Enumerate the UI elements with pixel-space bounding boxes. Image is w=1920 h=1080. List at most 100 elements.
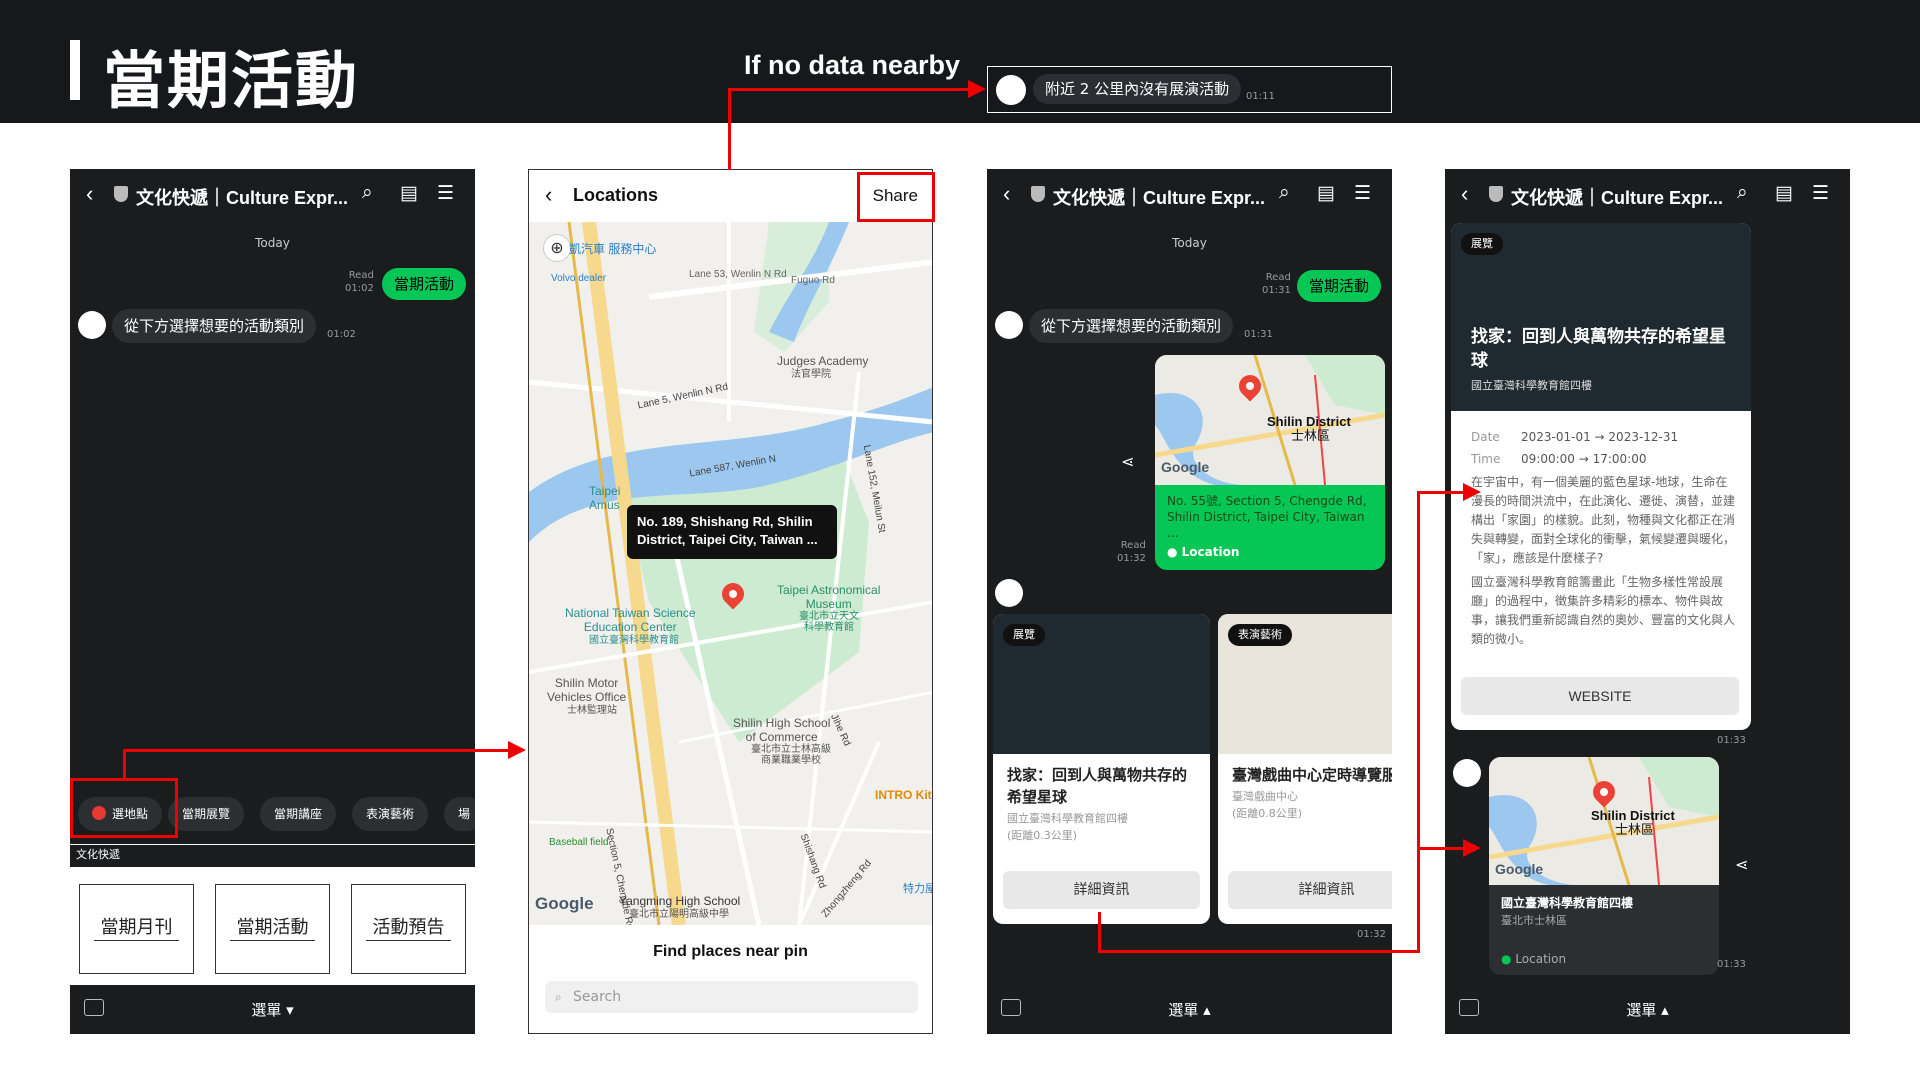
chat-header: ‹ 文化快遞｜Culture Expr... ⌕ ▤ ☰: [1445, 169, 1850, 221]
details-button[interactable]: 詳細資訊: [1003, 871, 1200, 909]
rich-menu-upcoming[interactable]: 活動預告: [351, 884, 466, 974]
event-title: 找家：回到人與萬物共存的希望星球: [1471, 327, 1726, 371]
message-time: 01:33: [1717, 959, 1746, 970]
chip-lectures[interactable]: 當期講座: [260, 797, 337, 831]
map-label-astro-zh: 臺北市立天文 科學教育館: [799, 611, 859, 633]
event-card[interactable]: 表演藝術 臺灣戲曲中心定時導覽服 臺灣戲曲中心 (距離0.8公里) 詳細資訊: [1218, 614, 1392, 924]
menu-toggle[interactable]: 選單 ▾: [70, 999, 475, 1020]
event-venue: 臺灣戲曲中心: [1232, 790, 1298, 803]
map-view[interactable]: ⊕ 凱汽車 服務中心 Volvo dealer Lane 53, Wenlin …: [529, 222, 932, 925]
shield-icon: [114, 186, 128, 202]
event-badge: 展覽: [1003, 624, 1045, 646]
google-logo: Google: [535, 894, 594, 913]
page-title: 當期活動: [103, 44, 360, 117]
chevron-left-icon[interactable]: ‹: [1461, 181, 1468, 207]
rich-menu-monthly[interactable]: 當期月刊: [79, 884, 194, 974]
no-data-label: If no data nearby: [744, 50, 961, 80]
location-map-thumb: Shilin District 士林區 Google: [1489, 757, 1719, 885]
date-divider: Today: [1172, 236, 1207, 250]
note-icon[interactable]: ▤: [1775, 182, 1793, 205]
shield-icon: [1031, 186, 1045, 202]
location-label: ● Location: [1167, 545, 1240, 559]
arrow-head: [1463, 483, 1481, 501]
highlight-select-location: [70, 778, 178, 838]
date-value: 2023-01-01 → 2023-12-31: [1521, 430, 1679, 444]
arrow-line: [1417, 491, 1463, 494]
search-icon[interactable]: ⌕: [1737, 182, 1748, 204]
bot-avatar: [996, 75, 1026, 105]
chevron-left-icon[interactable]: ‹: [1003, 181, 1010, 207]
date-divider: Today: [255, 236, 290, 250]
event-detail-card: 展覽 找家：回到人與萬物共存的希望星球 國立臺灣科學教育館四樓 Date 202…: [1451, 223, 1751, 730]
bottom-bar: 選單 ▴: [1445, 985, 1850, 1034]
search-icon[interactable]: ⌕: [362, 182, 373, 204]
details-button[interactable]: 詳細資訊: [1228, 871, 1392, 909]
search-input[interactable]: ⌕ Search: [545, 981, 918, 1013]
rich-menu: 當期月刊 當期活動 活動預告: [70, 868, 475, 985]
map-label-judges-zh: 法官學院: [791, 369, 831, 380]
chevron-left-icon[interactable]: ‹: [86, 181, 93, 207]
chip-more[interactable]: 場: [444, 797, 475, 831]
message-time: 01:32: [1357, 929, 1386, 940]
website-button[interactable]: WEBSITE: [1461, 677, 1739, 715]
menu-icon[interactable]: ☰: [1812, 182, 1829, 205]
note-icon[interactable]: ▤: [1317, 182, 1335, 205]
toast-time: 01:11: [1246, 91, 1275, 102]
map-label-judges: Judges Academy: [777, 354, 869, 368]
map-label-astro: Taipei Astronomical Museum: [777, 583, 881, 611]
chip-exhibitions[interactable]: 當期展覽: [168, 797, 245, 831]
event-badge: 表演藝術: [1228, 624, 1292, 646]
arrow-line: [1098, 912, 1101, 952]
arrow-head: [968, 80, 986, 98]
menu-toggle[interactable]: 選單 ▴: [1445, 999, 1850, 1020]
menu-icon[interactable]: ☰: [1354, 182, 1371, 205]
share-icon[interactable]: ⋖: [1121, 452, 1134, 471]
map-label-ntsec-zh: 國立臺灣科學教育館: [589, 635, 679, 646]
location-label: ● Location: [1501, 952, 1567, 966]
map-label-motor-zh: 士林監理站: [567, 705, 617, 716]
event-description: 在宇宙中，有一個美麗的藍色星球-地球，生命在漫長的時間洪流中，在此演化、遷徙、演…: [1471, 475, 1736, 565]
read-receipt: Read 01:31: [1262, 272, 1291, 296]
rich-menu-header: 文化快遞: [70, 844, 475, 868]
menu-toggle[interactable]: 選單 ▴: [987, 999, 1392, 1020]
district-label: Shilin District: [1591, 808, 1675, 823]
event-venue: 國立臺灣科學教育館四樓: [1007, 812, 1128, 825]
event-venue: 國立臺灣科學教育館四樓: [1471, 379, 1592, 392]
event-card[interactable]: 展覽 找家：回到人與萬物共存的希望星球 國立臺灣科學教育館四樓 (距離0.3公里…: [993, 614, 1210, 924]
phone-results: ‹ 文化快遞｜Culture Expr... ⌕ ▤ ☰ Today Read 0…: [987, 169, 1392, 1034]
event-description-2: 國立臺灣科學教育館籌畫此「生物多樣性常設展廳」的過程中，徵集許多精彩的標本、物件…: [1471, 575, 1736, 646]
location-subtitle: 臺北市士林區: [1501, 914, 1567, 927]
find-places-panel: Find places near pin ⌕ Search: [529, 925, 932, 1033]
location-message-card[interactable]: Shilin District 士林區 Google No. 55號, Sect…: [1155, 355, 1385, 570]
phone-event-detail: ‹ 文化快遞｜Culture Expr... ⌕ ▤ ☰ 展覽 找家：回到人與萬…: [1445, 169, 1850, 1034]
chip-performing-arts[interactable]: 表演藝術: [352, 797, 429, 831]
map-label-ntsec: National Taiwan Science Education Center: [565, 606, 696, 634]
district-label: Shilin District: [1267, 414, 1351, 429]
locate-icon[interactable]: ⊕: [543, 234, 571, 262]
message-time: 01:02: [327, 329, 356, 340]
chevron-left-icon[interactable]: ‹: [545, 182, 552, 208]
google-logo: Google: [1161, 459, 1210, 475]
find-places-title: Find places near pin: [653, 943, 808, 960]
rich-menu-current-events[interactable]: 當期活動: [215, 884, 330, 974]
read-receipt: Read 01:32: [1117, 540, 1146, 564]
arrow-head: [508, 741, 526, 759]
bot-avatar: [995, 579, 1023, 607]
event-title: 找家：回到人與萬物共存的希望星球: [1007, 766, 1188, 806]
bot-avatar: [995, 311, 1023, 339]
search-icon[interactable]: ⌕: [1279, 182, 1290, 204]
message-time: 01:31: [1244, 329, 1273, 340]
locations-title: Locations: [573, 185, 659, 205]
arrow-line: [1098, 950, 1418, 953]
share-icon[interactable]: ⋖: [1735, 855, 1748, 874]
location-name: 國立臺灣科學教育館四樓: [1501, 896, 1634, 910]
note-icon[interactable]: ▤: [400, 182, 418, 205]
event-title: 臺灣戲曲中心定時導覽服: [1232, 766, 1392, 784]
menu-icon[interactable]: ☰: [437, 182, 454, 205]
bot-message: 從下方選擇想要的活動類別: [112, 309, 317, 343]
location-message-card[interactable]: Shilin District 士林區 Google 國立臺灣科學教育館四樓 臺…: [1489, 757, 1719, 975]
map-label-intro: INTRO Kit: [875, 788, 932, 802]
map-label-fuguo: Fuguo Rd: [791, 275, 835, 286]
time-value: 09:00:00 → 17:00:00: [1521, 452, 1647, 466]
map-label-taipei-amus: Taipei Amus: [589, 484, 621, 512]
